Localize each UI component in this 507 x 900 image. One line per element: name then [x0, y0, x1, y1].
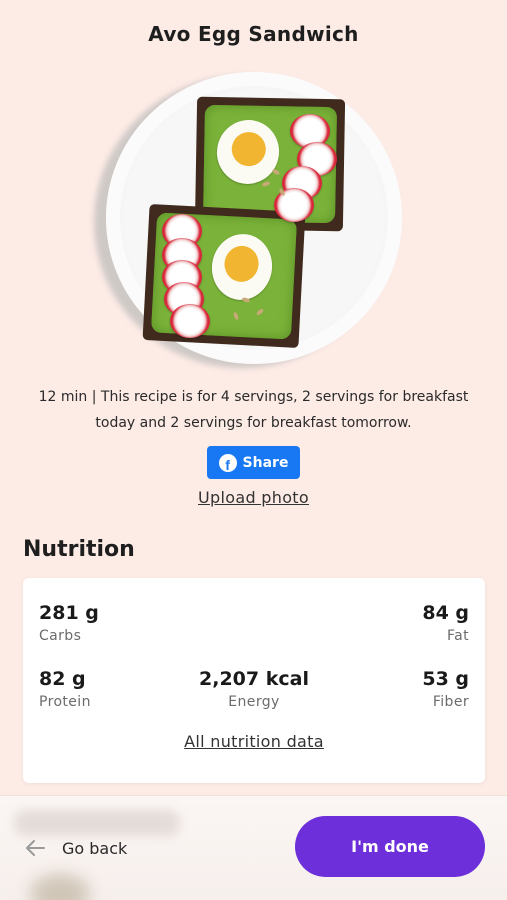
stat-carbs: 281 g Carbs: [39, 602, 99, 644]
all-nutrition-link[interactable]: All nutrition data: [23, 732, 485, 751]
stat-value: 2,207 kcal: [199, 668, 309, 690]
go-back-button[interactable]: Go back: [24, 834, 127, 862]
stat-value: 281 g: [39, 602, 99, 624]
stat-energy: 2,207 kcal Energy: [23, 668, 485, 710]
stat-label: Fat: [446, 628, 469, 644]
upload-photo-link[interactable]: Upload photo: [0, 488, 507, 507]
blurred-content: [30, 874, 90, 900]
stat-label: Energy: [228, 694, 280, 710]
share-button[interactable]: f Share: [207, 446, 300, 479]
recipe-title: Avo Egg Sandwich: [148, 22, 359, 46]
stat-fat: 84 g Fat: [422, 602, 469, 644]
bottom-action-bar: Go back I'm done: [0, 795, 507, 900]
share-label: Share: [242, 454, 289, 471]
done-button[interactable]: I'm done: [295, 816, 485, 877]
stat-label: Fiber: [432, 694, 469, 710]
stat-value: 53 g: [422, 668, 469, 690]
go-back-label: Go back: [62, 838, 128, 858]
nutrition-heading: Nutrition: [23, 537, 135, 562]
recipe-photo: [92, 70, 408, 370]
facebook-icon: f: [218, 453, 237, 472]
stat-fiber: 53 g Fiber: [422, 668, 469, 710]
recipe-description: 12 min | This recipe is for 4 servings, …: [38, 389, 469, 431]
stat-label: Carbs: [39, 628, 82, 644]
stat-value: 84 g: [422, 602, 469, 624]
nutrition-card: 281 g Carbs 84 g Fat 82 g Protein 2,207 …: [23, 578, 485, 783]
recipe-page: Avo Egg Sandwich 12 min | This recipe is…: [0, 0, 507, 900]
radish-slice: [170, 304, 210, 338]
arrow-left-icon: [26, 840, 45, 856]
blurred-content: [14, 810, 180, 836]
